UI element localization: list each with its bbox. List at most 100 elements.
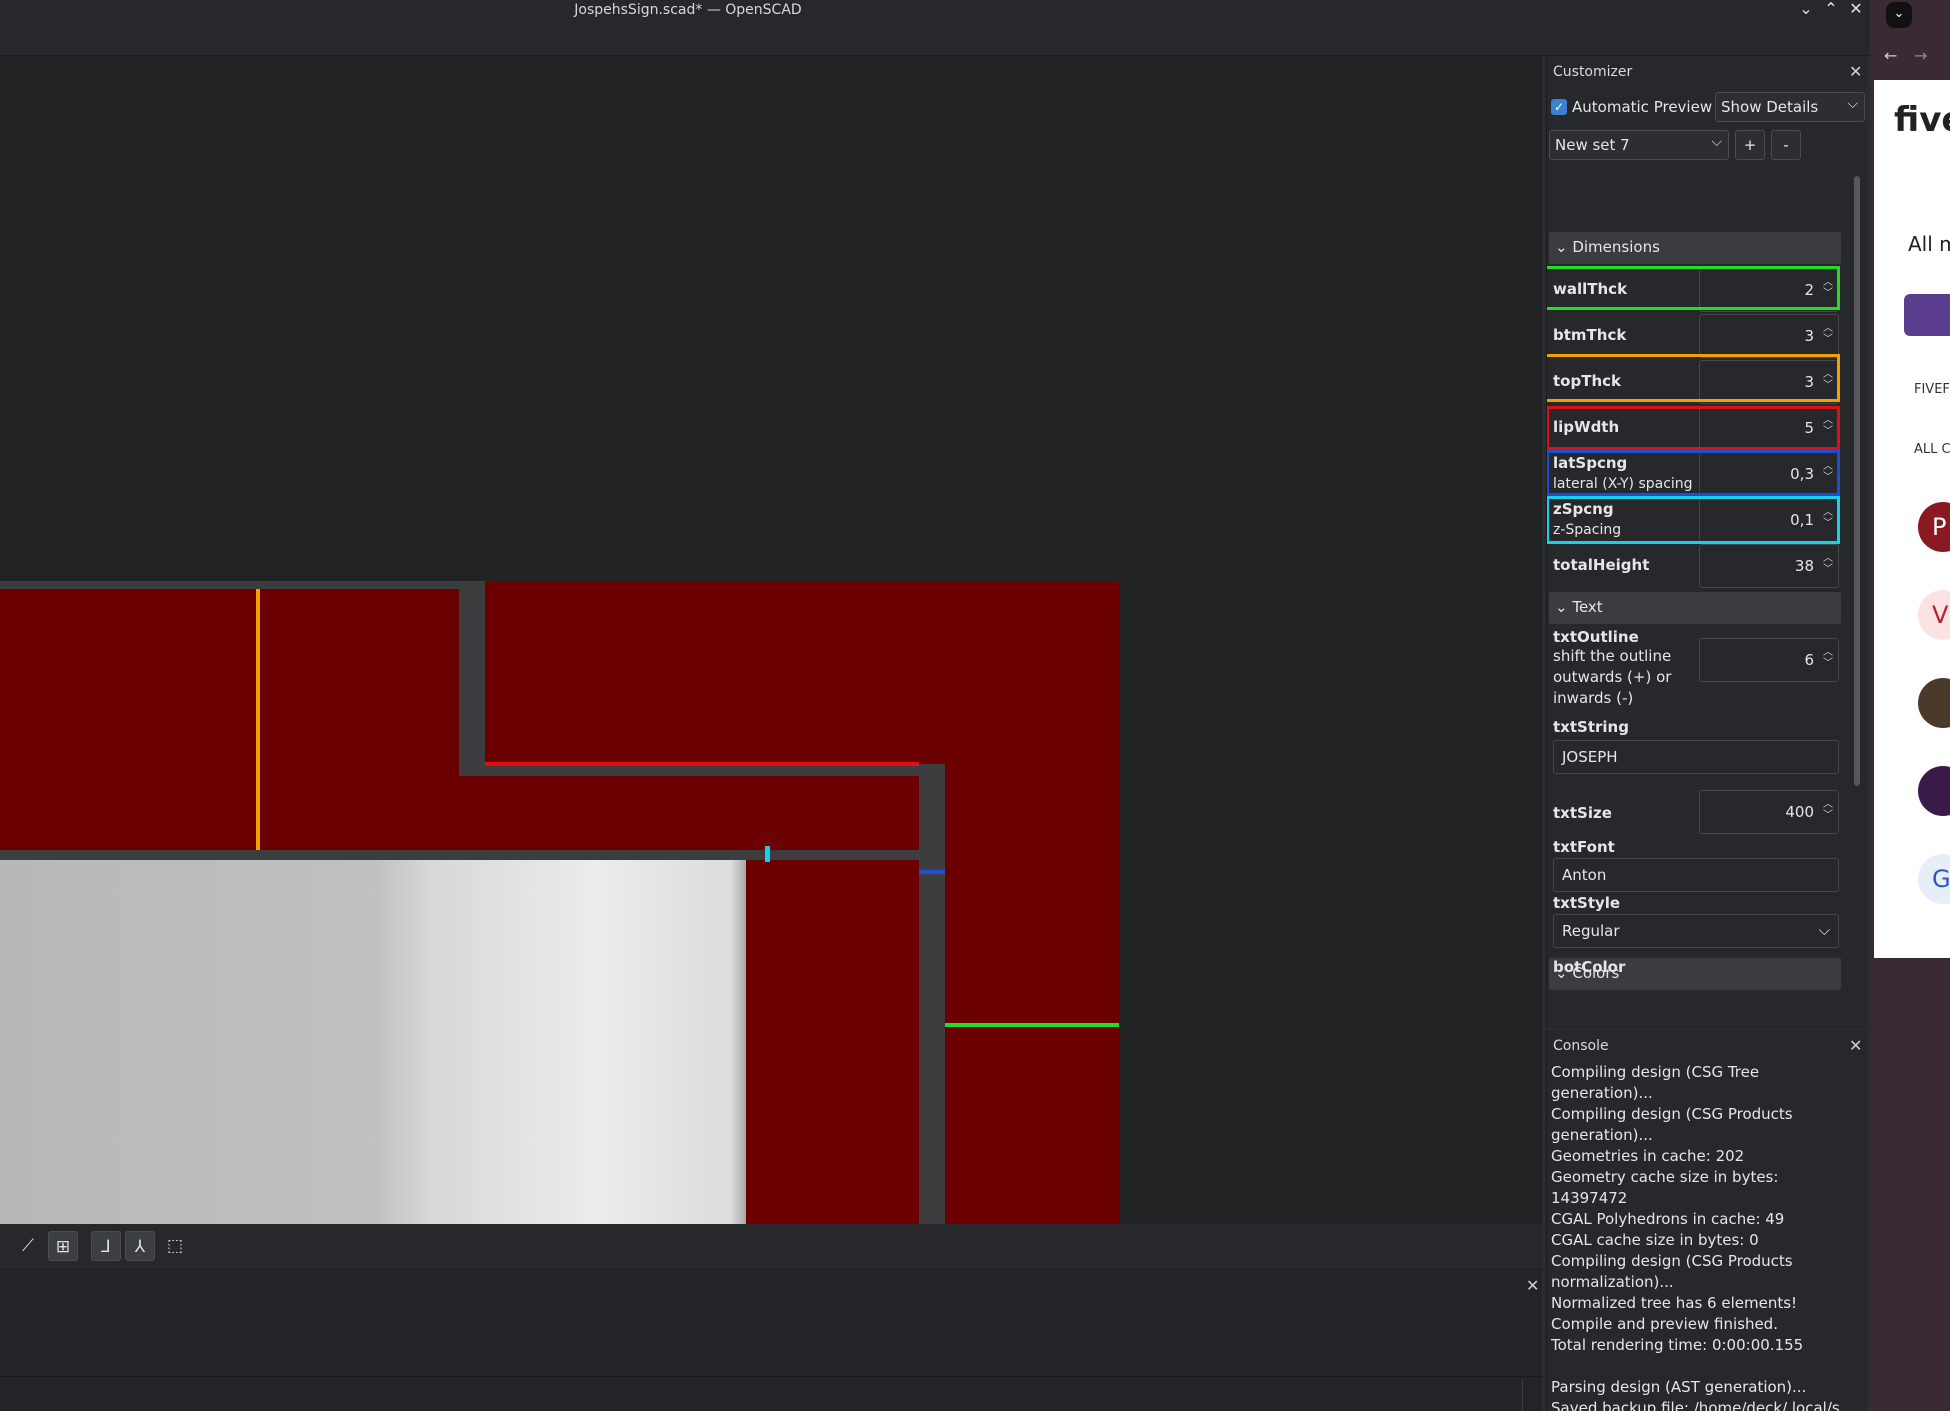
param-value: 0,3: [1790, 465, 1814, 483]
chevron-down-icon[interactable]: ⌄: [1886, 2, 1912, 28]
txtstring-input[interactable]: JOSEPH: [1553, 740, 1839, 774]
param-name: btmThck: [1553, 326, 1627, 344]
close-window-button[interactable]: ✕: [1845, 0, 1867, 20]
3d-viewport[interactable]: [0, 56, 1542, 1224]
scale-markers-icon[interactable]: ⅄: [125, 1231, 155, 1261]
lipwdth-spinbox[interactable]: 5 ︿ ﹀: [1699, 406, 1839, 450]
group-dimensions[interactable]: ⌄ Dimensions: [1549, 232, 1841, 264]
console-line: Compiling design (CSG Products normaliza…: [1551, 1252, 1793, 1291]
zspcng-marker: [765, 846, 770, 862]
param-wallthck: wallThck 2 ︿ ﹀: [1549, 268, 1841, 312]
divider: [0, 1376, 1542, 1377]
browser-page: five All m FIVEF ALL C P V G: [1874, 80, 1950, 958]
txtoutline-spinbox[interactable]: 6 ︿ ﹀: [1699, 638, 1839, 682]
param-value: 2: [1804, 281, 1814, 299]
details-mode-value: Show Details: [1721, 98, 1819, 116]
scrollbar-handle[interactable]: [1854, 176, 1860, 786]
console-line: Compile and preview finished.: [1551, 1315, 1778, 1333]
right-column: [945, 764, 1119, 1224]
parameter-set-select[interactable]: New set 7 ⌵: [1549, 130, 1729, 160]
group-label: Dimensions: [1572, 238, 1660, 256]
param-name: botColor: [1553, 958, 1626, 976]
avatar[interactable]: [1918, 766, 1950, 816]
param-value: 6: [1804, 651, 1814, 669]
bottom-plate: [0, 859, 746, 1224]
spin-arrows-icon[interactable]: ︿ ﹀: [1823, 415, 1833, 437]
param-description: z-Spacing: [1553, 522, 1622, 538]
console-title: Console: [1553, 1038, 1609, 1054]
spin-arrows-icon[interactable]: ︿ ﹀: [1823, 553, 1833, 575]
action-button[interactable]: [1904, 294, 1950, 336]
avatar[interactable]: [1918, 678, 1950, 728]
console-line: Normalized tree has 6 elements!: [1551, 1294, 1798, 1312]
axes-icon[interactable]: ⅃: [91, 1231, 121, 1261]
close-icon[interactable]: ✕: [1849, 1036, 1862, 1055]
close-icon[interactable]: ✕: [1526, 1276, 1539, 1295]
shell-step-wall: [459, 581, 485, 773]
section-label: ALL C: [1914, 442, 1950, 457]
param-value: 0,1: [1790, 511, 1814, 529]
spin-arrows-icon[interactable]: ︿ ﹀: [1823, 647, 1833, 669]
param-name: zSpcng: [1553, 500, 1614, 518]
parameter-list: ⌄ Dimensions wallThck 2 ︿ ﹀ btmThck 3 ︿ ﹀ to…: [1547, 172, 1851, 1028]
wallthck-spinbox[interactable]: 2 ︿ ﹀: [1699, 268, 1839, 312]
shell-inner-edge: [0, 850, 926, 860]
avatar[interactable]: P: [1918, 502, 1950, 552]
spin-arrows-icon[interactable]: ︿ ﹀: [1823, 369, 1833, 391]
console-line: Parsing design (AST generation)...: [1551, 1378, 1807, 1396]
top-mid-block: [459, 776, 919, 850]
back-icon[interactable]: ←: [1884, 46, 1897, 65]
forward-icon[interactable]: →: [1914, 46, 1927, 65]
minimize-button[interactable]: ⌄: [1795, 0, 1817, 20]
spin-arrows-icon[interactable]: ︿ ﹀: [1823, 461, 1833, 483]
param-name: txtString: [1553, 718, 1629, 736]
close-icon[interactable]: ✕: [1849, 62, 1862, 81]
automatic-preview-checkbox[interactable]: ✓: [1551, 99, 1567, 115]
spin-arrows-icon[interactable]: ︿ ﹀: [1823, 277, 1833, 299]
param-name: totalHeight: [1553, 556, 1650, 574]
spin-arrows-icon[interactable]: ︿ ﹀: [1823, 799, 1833, 821]
txtsize-spinbox[interactable]: 400 ︿ ﹀: [1699, 790, 1839, 834]
param-name: lipWdth: [1553, 418, 1620, 436]
maximize-button[interactable]: ⌃: [1820, 0, 1842, 20]
console-line: Total rendering time: 0:00:00.155: [1551, 1336, 1804, 1354]
top-left-block: [0, 589, 459, 850]
add-set-button[interactable]: +: [1735, 130, 1765, 160]
edges-icon[interactable]: ⬚: [160, 1231, 190, 1261]
preview-icon[interactable]: ⟋: [13, 1231, 43, 1261]
param-txtstyle: txtStyle Regular ⌵: [1549, 894, 1841, 954]
console-panel: Console ✕ Compiling design (CSG Tree gen…: [1546, 1030, 1866, 1411]
avatar[interactable]: G: [1918, 854, 1950, 904]
automatic-preview-label: Automatic Preview: [1572, 98, 1713, 116]
param-value: 38: [1794, 557, 1814, 575]
remove-set-button[interactable]: -: [1771, 130, 1801, 160]
spin-arrows-icon[interactable]: ︿ ﹀: [1823, 507, 1833, 529]
param-description: shift the outline outwards (+) or inward…: [1553, 647, 1672, 707]
param-latspcng: latSpcng lateral (X-Y) spacing 0,3 ︿ ﹀: [1549, 452, 1841, 496]
btmthck-spinbox[interactable]: 3 ︿ ﹀: [1699, 314, 1839, 358]
latspcng-marker: [919, 870, 945, 874]
txtstyle-select[interactable]: Regular ⌵: [1553, 914, 1839, 948]
top-right-block: [485, 581, 1119, 764]
chevron-down-icon: ⌵: [1818, 921, 1830, 939]
param-value: 3: [1804, 373, 1814, 391]
view-all-icon[interactable]: ⊞: [48, 1231, 78, 1261]
topthck-marker: [256, 589, 260, 850]
avatar[interactable]: V: [1918, 590, 1950, 640]
param-btmthck: btmThck 3 ︿ ﹀: [1549, 314, 1841, 358]
shell-wall: [919, 764, 945, 1224]
topthck-spinbox[interactable]: 3 ︿ ﹀: [1699, 360, 1839, 404]
details-mode-select[interactable]: Show Details ⌵: [1715, 92, 1865, 122]
wallthck-marker: [945, 1023, 1119, 1027]
param-lipwdth: lipWdth 5 ︿ ﹀: [1549, 406, 1841, 450]
spin-arrows-icon[interactable]: ︿ ﹀: [1823, 323, 1833, 345]
zspcng-spinbox[interactable]: 0,1 ︿ ﹀: [1699, 498, 1839, 542]
param-txtsize: txtSize 400 ︿ ﹀: [1549, 790, 1841, 834]
txtfont-input[interactable]: Anton: [1553, 858, 1839, 892]
latspcng-spinbox[interactable]: 0,3 ︿ ﹀: [1699, 452, 1839, 496]
customizer-scrollbar[interactable]: [1851, 176, 1861, 1026]
group-text[interactable]: ⌄ Text: [1549, 592, 1841, 624]
totalheight-spinbox[interactable]: 38 ︿ ﹀: [1699, 544, 1839, 588]
model-render: [0, 581, 1119, 1224]
